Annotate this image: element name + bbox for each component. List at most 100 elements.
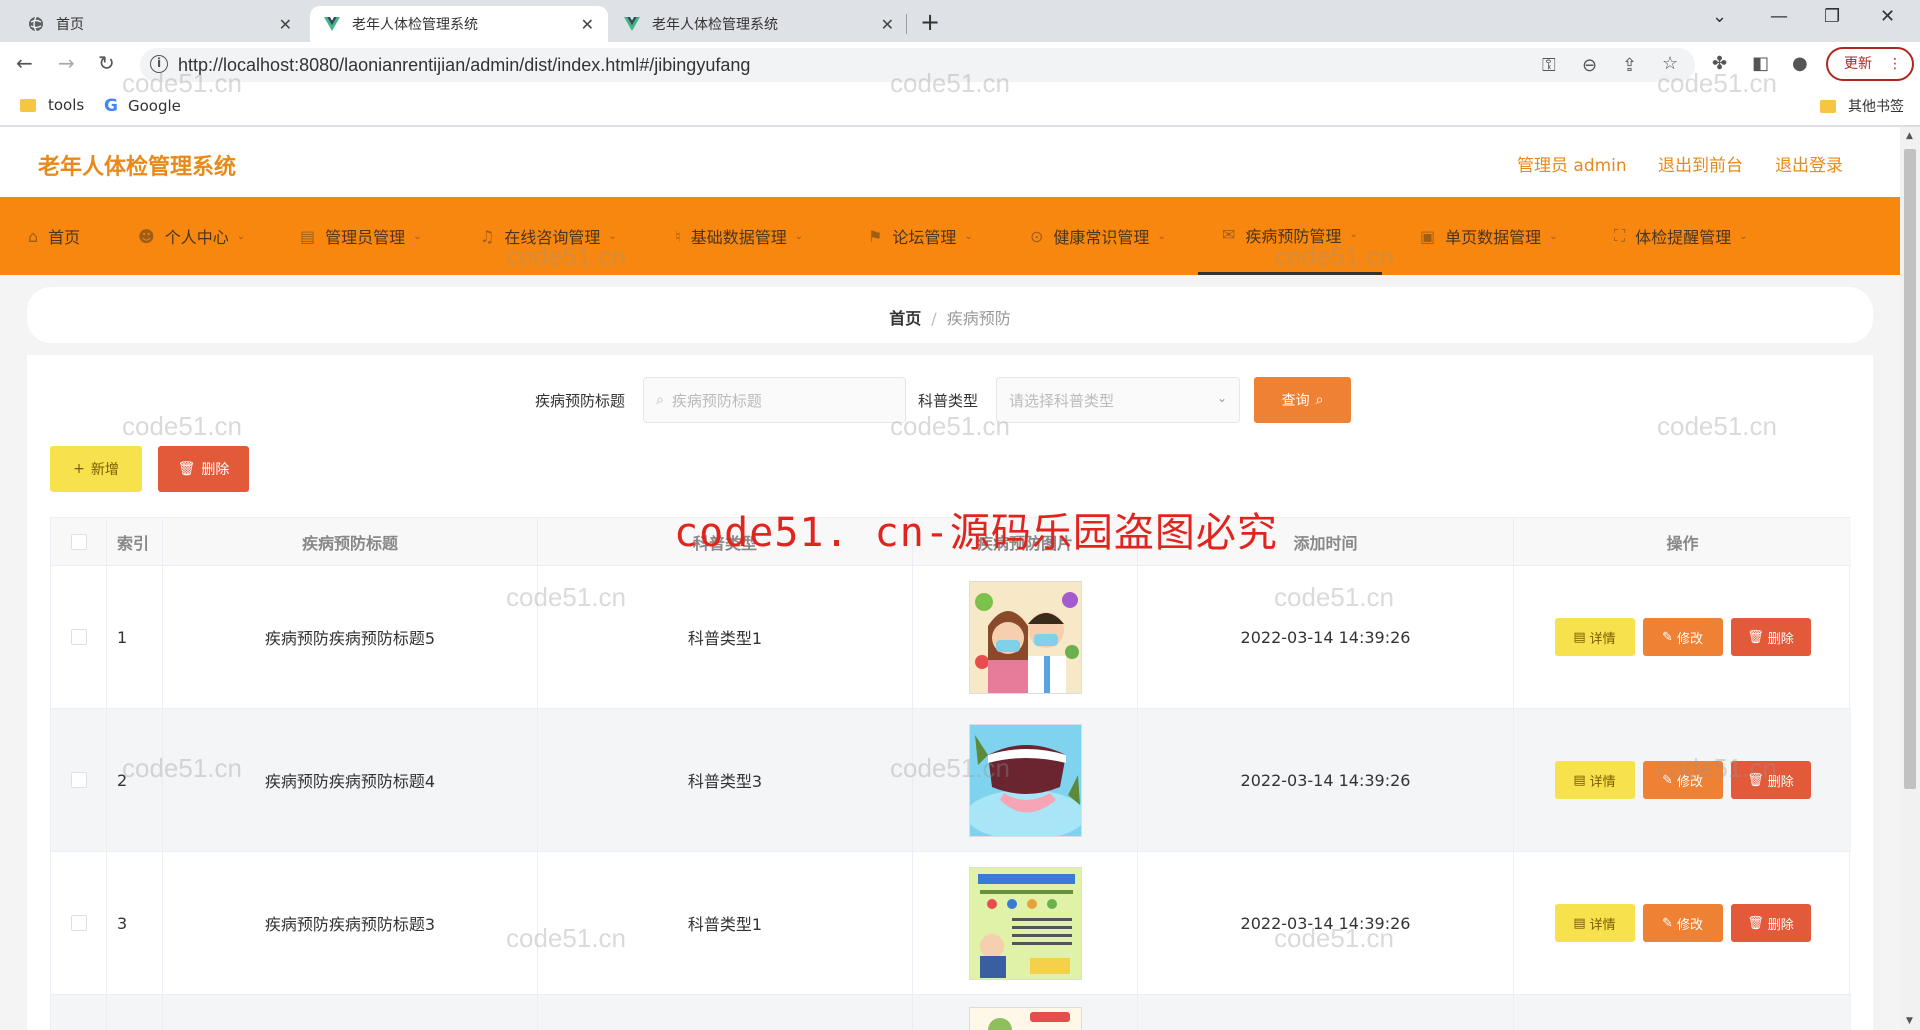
google-icon: G xyxy=(104,96,118,116)
folder-icon xyxy=(20,98,36,112)
flag-icon: ⚑ xyxy=(868,226,883,246)
delete-button[interactable]: 🗑 删除 xyxy=(1730,618,1811,656)
nav-prevention[interactable]: ✉ 疾病预防管理 ⌄ xyxy=(1198,197,1382,275)
tab-search-icon[interactable]: ⌄ xyxy=(1712,6,1727,27)
bookmark-star-icon[interactable]: ☆ xyxy=(1662,53,1678,74)
nav-personal[interactable]: ☻ 个人中心 ⌄ xyxy=(138,197,245,275)
batch-delete-button[interactable]: 🗑 删除 xyxy=(158,446,249,492)
prevention-image[interactable] xyxy=(968,1007,1082,1030)
breadcrumb-separator: / xyxy=(931,309,937,328)
edit-button[interactable]: ✎ 修改 xyxy=(1642,761,1723,799)
nav-singlepage[interactable]: ▣ 单页数据管理 ⌄ xyxy=(1420,197,1558,275)
detail-button[interactable]: ▤ 详情 xyxy=(1554,761,1635,799)
browser-tab-2[interactable]: 老年人体检管理系统 ✕ xyxy=(610,6,908,42)
nav-home[interactable]: ⌂ 首页 xyxy=(28,197,80,275)
delete-button[interactable]: 🗑 删除 xyxy=(1730,761,1811,799)
trash-icon: 🗑 xyxy=(1747,629,1764,645)
type-select[interactable]: 请选择科普类型 ⌄ xyxy=(996,377,1240,423)
front-link[interactable]: 退出到前台 xyxy=(1658,151,1743,176)
nav-basedata[interactable]: ♮ 基础数据管理 ⌄ xyxy=(675,197,803,275)
other-bookmarks[interactable]: 其他书签 xyxy=(1820,96,1904,116)
more-menu-icon[interactable]: ⋮ xyxy=(1888,49,1902,79)
nav-admin[interactable]: ▤ 管理员管理 ⌄ xyxy=(300,197,422,275)
new-tab-icon[interactable]: + xyxy=(920,8,940,36)
nav-consult[interactable]: ♫ 在线咨询管理 ⌄ xyxy=(480,197,617,275)
site-info-icon[interactable]: i xyxy=(150,55,168,73)
scroll-up-icon[interactable]: ▲ xyxy=(1906,131,1913,141)
nav-health[interactable]: ⊙ 健康常识管理 ⌄ xyxy=(1030,197,1166,275)
restore-icon[interactable]: ❐ xyxy=(1824,6,1840,27)
logout-link[interactable]: 退出登录 xyxy=(1775,151,1843,176)
chevron-down-icon: ⌄ xyxy=(413,230,422,242)
col-image: 疾病预防图片 xyxy=(913,518,1138,565)
row-checkbox-cell xyxy=(51,566,107,708)
add-label: 新增 xyxy=(90,462,119,478)
edit-button[interactable]: ✎ 修改 xyxy=(1642,618,1723,656)
browser-tab-home[interactable]: 首页 ✕ xyxy=(14,6,306,42)
chevron-down-icon: ⌄ xyxy=(1157,230,1166,242)
edit-label: 修改 xyxy=(1676,774,1703,790)
prevention-image[interactable] xyxy=(968,580,1082,694)
close-icon[interactable]: ✕ xyxy=(881,15,894,34)
detail-button[interactable]: ▤ 详情 xyxy=(1554,618,1635,656)
pencil-icon: ✎ xyxy=(1662,772,1673,788)
row-checkbox[interactable] xyxy=(70,629,87,645)
page-scrollbar[interactable]: ▲ ▼ xyxy=(1900,127,1920,1030)
profile-icon[interactable]: ● xyxy=(1792,53,1808,74)
prevention-image[interactable] xyxy=(968,723,1082,837)
row-index: 2 xyxy=(107,709,163,851)
admin-link[interactable]: 管理员 admin xyxy=(1517,151,1627,176)
delete-button[interactable]: 🗑 删除 xyxy=(1730,904,1811,942)
detail-button[interactable]: ▤ 详情 xyxy=(1554,904,1635,942)
nav-forum[interactable]: ⚑ 论坛管理 ⌄ xyxy=(868,197,973,275)
address-bar[interactable]: i http://localhost:8080/laonianrentijian… xyxy=(140,48,1695,82)
extensions-icon[interactable]: ✤ xyxy=(1712,53,1727,74)
scrollbar-thumb[interactable] xyxy=(1904,149,1916,789)
table-row: 2 疾病预防疾病预防标题4 科普类型3 2022-03-14 14:39:26 … xyxy=(51,709,1851,852)
title-search-input[interactable]: ⌕ 疾病预防标题 xyxy=(643,377,906,423)
title-filter-label: 疾病预防标题 xyxy=(535,392,626,410)
nav-label: 基础数据管理 xyxy=(690,228,787,247)
key-icon[interactable]: ⚿ xyxy=(1542,55,1556,76)
zoom-icon[interactable]: ⊖ xyxy=(1582,55,1597,76)
page-viewport: 老年人体检管理系统 管理员 admin 退出到前台 退出登录 ⌂ 首页 ☻ 个人中心… xyxy=(0,127,1900,1030)
back-icon[interactable]: ← xyxy=(16,51,33,75)
close-icon[interactable]: ✕ xyxy=(279,15,292,34)
scroll-down-icon[interactable]: ▼ xyxy=(1906,1016,1913,1026)
search-icon: ⌕ xyxy=(1315,392,1324,408)
forward-icon[interactable]: → xyxy=(58,51,75,75)
select-all-checkbox[interactable] xyxy=(70,533,87,550)
row-type: 科普类型3 xyxy=(538,709,913,851)
chevron-down-icon: ⌄ xyxy=(608,230,617,242)
window-close-icon[interactable]: ✕ xyxy=(1880,6,1895,27)
bookmark-tools[interactable]: tools xyxy=(20,96,84,114)
doc-icon: ▤ xyxy=(1573,629,1586,645)
row-checkbox[interactable] xyxy=(70,915,87,931)
sidepanel-icon[interactable]: ◧ xyxy=(1752,53,1769,74)
trash-icon: 🗑 xyxy=(177,461,196,477)
breadcrumb-home[interactable]: 首页 xyxy=(889,309,921,328)
minimize-icon[interactable]: — xyxy=(1770,6,1788,27)
update-button[interactable]: 更新 ⋮ xyxy=(1826,47,1914,81)
row-image-cell xyxy=(913,709,1138,851)
close-icon[interactable]: ✕ xyxy=(581,15,594,34)
bookmark-google[interactable]: G Google xyxy=(104,96,181,116)
row-checkbox[interactable] xyxy=(70,772,87,788)
edit-button[interactable]: ✎ 修改 xyxy=(1642,904,1723,942)
prevention-image[interactable] xyxy=(968,866,1082,980)
query-button[interactable]: 查询 ⌕ xyxy=(1254,377,1351,423)
url-text[interactable]: http://localhost:8080/laonianrentijian/a… xyxy=(178,55,750,76)
share-icon[interactable]: ⇪ xyxy=(1622,55,1637,76)
row-title xyxy=(163,995,538,1030)
row-image-cell xyxy=(913,852,1138,994)
nav-reminder[interactable]: ⛶ 体检提醒管理 ⌄ xyxy=(1614,197,1748,275)
edit-label: 修改 xyxy=(1676,917,1703,933)
reload-icon[interactable]: ↻ xyxy=(98,51,115,75)
chevron-down-icon: ⌄ xyxy=(1739,230,1748,242)
add-button[interactable]: + 新增 xyxy=(50,446,142,492)
row-image-cell xyxy=(913,995,1138,1030)
delete-label: 删除 xyxy=(1767,774,1794,790)
search-icon: ⌕ xyxy=(656,392,664,408)
select-placeholder: 请选择科普类型 xyxy=(1009,391,1115,410)
browser-tab-active[interactable]: 老年人体检管理系统 ✕ xyxy=(310,6,608,42)
